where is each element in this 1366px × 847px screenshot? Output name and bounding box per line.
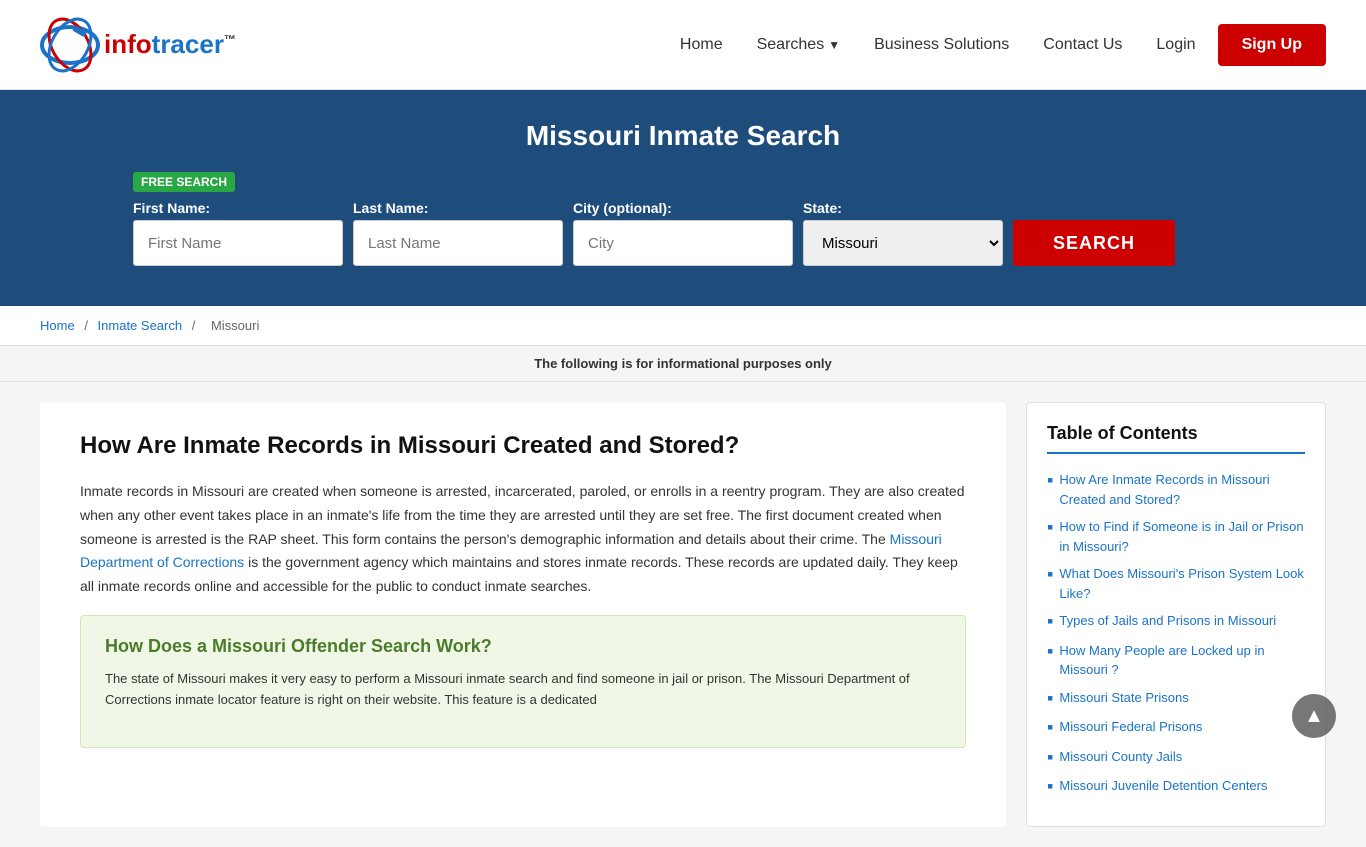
toc-bullet-icon: ▪ (1047, 776, 1053, 798)
toc-link-6[interactable]: Missouri Federal Prisons (1059, 717, 1202, 737)
breadcrumb-missouri: Missouri (211, 318, 259, 333)
info-bar: The following is for informational purpo… (0, 346, 1366, 382)
hero-title: Missouri Inmate Search (40, 120, 1326, 152)
toc-list: ▪ How Are Inmate Records in Missouri Crea… (1047, 470, 1305, 798)
breadcrumb: Home / Inmate Search / Missouri (0, 306, 1366, 346)
last-name-input[interactable] (353, 220, 563, 266)
sidebar: Table of Contents ▪ How Are Inmate Record… (1026, 402, 1326, 827)
article-heading: How Are Inmate Records in Missouri Creat… (80, 432, 966, 460)
toc-bullet-icon: ▪ (1047, 688, 1053, 710)
toc-link-2[interactable]: What Does Missouri's Prison System Look … (1059, 564, 1305, 603)
toc-link-3[interactable]: Types of Jails and Prisons in Missouri (1059, 611, 1276, 631)
toc-link-1[interactable]: How to Find if Someone is in Jail or Pri… (1059, 517, 1305, 556)
toc-item: ▪ Types of Jails and Prisons in Missouri (1047, 611, 1305, 633)
hero-section: Missouri Inmate Search FREE SEARCH First… (0, 90, 1366, 306)
header: infotracer™ Home Searches ▼ Business Sol… (0, 0, 1366, 90)
toc-box: Table of Contents ▪ How Are Inmate Record… (1026, 402, 1326, 827)
back-to-top-button[interactable]: ▲ (1292, 694, 1336, 738)
article: How Are Inmate Records in Missouri Creat… (40, 402, 1006, 827)
toc-item: ▪ How to Find if Someone is in Jail or Pr… (1047, 517, 1305, 556)
toc-bullet-icon: ▪ (1047, 747, 1053, 769)
breadcrumb-inmate-search[interactable]: Inmate Search (98, 318, 183, 333)
free-badge: FREE SEARCH (133, 172, 235, 192)
toc-link-4[interactable]: How Many People are Locked up in Missour… (1059, 641, 1305, 680)
searches-chevron-icon: ▼ (828, 38, 840, 52)
toc-bullet-icon: ▪ (1047, 641, 1053, 663)
city-input[interactable] (573, 220, 793, 266)
last-name-label: Last Name: (353, 200, 563, 216)
nav-home[interactable]: Home (668, 28, 735, 62)
last-name-group: Last Name: (353, 200, 563, 266)
toc-title: Table of Contents (1047, 423, 1305, 454)
toc-item: ▪ What Does Missouri's Prison System Look… (1047, 564, 1305, 603)
logo-icon (40, 15, 100, 75)
toc-link-5[interactable]: Missouri State Prisons (1059, 688, 1188, 708)
search-button[interactable]: SEARCH (1013, 220, 1175, 266)
state-select[interactable]: Missouri Alabama Alaska Arizona Arkansas… (803, 220, 1003, 266)
toc-bullet-icon: ▪ (1047, 564, 1053, 586)
toc-link-7[interactable]: Missouri County Jails (1059, 747, 1182, 767)
first-name-input[interactable] (133, 220, 343, 266)
toc-item: ▪ Missouri Juvenile Detention Centers (1047, 776, 1305, 798)
toc-bullet-icon: ▪ (1047, 717, 1053, 739)
toc-item: ▪ How Are Inmate Records in Missouri Crea… (1047, 470, 1305, 509)
toc-item: ▪ Missouri Federal Prisons (1047, 717, 1305, 739)
state-label: State: (803, 200, 1003, 216)
breadcrumb-sep1: / (84, 318, 91, 333)
toc-item: ▪ How Many People are Locked up in Missou… (1047, 641, 1305, 680)
toc-link-0[interactable]: How Are Inmate Records in Missouri Creat… (1059, 470, 1305, 509)
toc-item: ▪ Missouri County Jails (1047, 747, 1305, 769)
breadcrumb-home[interactable]: Home (40, 318, 75, 333)
logo-text: infotracer™ (104, 29, 236, 60)
city-label: City (optional): (573, 200, 793, 216)
search-form: First Name: Last Name: City (optional): … (133, 200, 1233, 266)
info-box: How Does a Missouri Offender Search Work… (80, 615, 966, 748)
toc-bullet-icon: ▪ (1047, 517, 1053, 539)
nav-business-solutions[interactable]: Business Solutions (862, 28, 1021, 62)
main-content: How Are Inmate Records in Missouri Creat… (0, 382, 1366, 847)
state-group: State: Missouri Alabama Alaska Arizona A… (803, 200, 1003, 266)
info-box-text: The state of Missouri makes it very easy… (105, 669, 941, 711)
first-name-label: First Name: (133, 200, 343, 216)
info-box-heading: How Does a Missouri Offender Search Work… (105, 636, 941, 657)
city-group: City (optional): (573, 200, 793, 266)
toc-item: ▪ Missouri State Prisons (1047, 688, 1305, 710)
main-nav: Home Searches ▼ Business Solutions Conta… (668, 24, 1326, 66)
nav-login[interactable]: Login (1144, 28, 1207, 62)
toc-bullet-icon: ▪ (1047, 611, 1053, 633)
first-name-group: First Name: (133, 200, 343, 266)
toc-link-8[interactable]: Missouri Juvenile Detention Centers (1059, 776, 1267, 796)
logo[interactable]: infotracer™ (40, 15, 236, 75)
article-paragraph1: Inmate records in Missouri are created w… (80, 480, 966, 599)
signup-button[interactable]: Sign Up (1218, 24, 1326, 66)
nav-contact-us[interactable]: Contact Us (1031, 28, 1134, 62)
nav-searches[interactable]: Searches ▼ (745, 28, 852, 62)
breadcrumb-sep2: / (192, 318, 199, 333)
toc-bullet-icon: ▪ (1047, 470, 1053, 492)
